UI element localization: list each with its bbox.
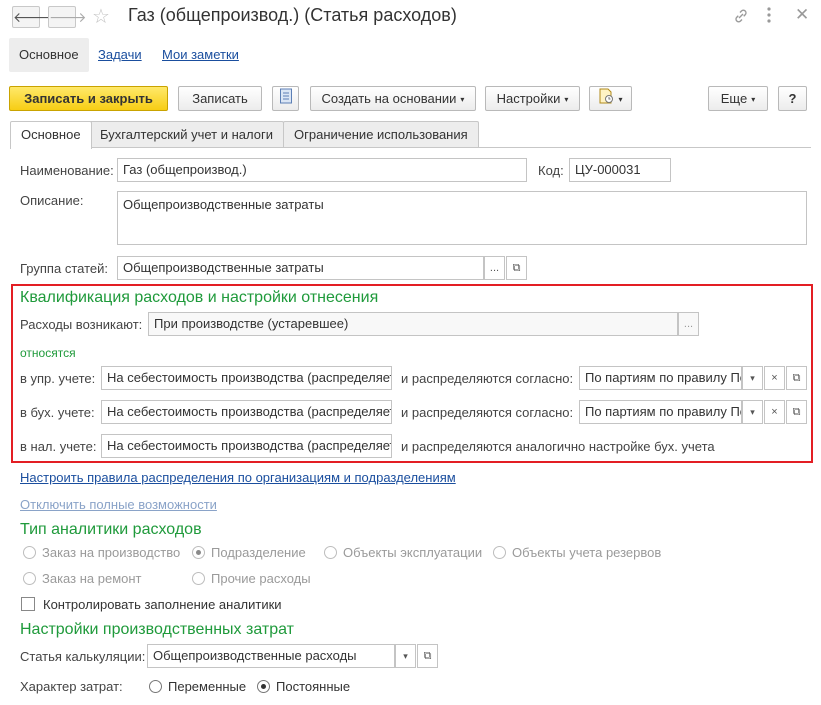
tax-label: в нал. учете: [20,439,97,454]
mgmt-dist-open-button[interactable]: ⧉ [786,366,807,390]
open-icon: ⧉ [423,650,432,662]
subtab-tasks[interactable]: Задачи [88,38,152,72]
acct-dist-dropdown-button[interactable]: ▾ [742,400,763,424]
radio-icon [493,546,506,559]
tab-main[interactable]: Основное [10,121,92,149]
settings-button[interactable]: Настройки ▾ [485,86,580,111]
help-button[interactable]: ? [778,86,807,111]
nature-label: Характер затрат: [20,679,123,694]
subtab-notes[interactable]: Мои заметки [152,38,249,72]
group-open-button[interactable]: ⧉ [506,256,527,280]
mgmt-dist-label: и распределяются согласно: [401,371,574,386]
disable-full-link[interactable]: Отключить полные возможности [20,497,217,512]
chevron-down-icon: ▾ [618,95,623,105]
arrow-left-icon: 🡐 [13,9,51,25]
document-list-icon [279,88,293,111]
clear-icon: × [771,372,778,384]
kebab-menu-icon[interactable] [766,6,772,28]
relate-label: относятся [20,346,76,360]
mgmt-label: в упр. учете: [20,371,96,386]
control-analytics-label: Контролировать заполнение аналитики [43,597,282,612]
group-input[interactable]: Общепроизводственные затраты [117,256,484,280]
description-textarea[interactable]: Общепроизводственные затраты [117,191,807,245]
qualification-heading: Квалификация расходов и настройки отнесе… [20,289,379,306]
acct-input[interactable]: На себестоимость производства (распредел… [101,400,392,424]
create-based-on-button[interactable]: Создать на основании ▾ [310,86,476,111]
code-input[interactable]: ЦУ-000031 [569,158,671,182]
back-button[interactable]: 🡐 [12,6,51,28]
window-title: Газ (общепроизвод.) (Статья расходов) [128,5,457,25]
calc-label: Статья калькуляции: [20,649,146,664]
link-icon[interactable] [733,8,749,28]
arrow-right-icon: 🡒 [49,9,87,25]
calc-input[interactable]: Общепроизводственные расходы [147,644,395,668]
radio-icon [324,546,337,559]
analytics-option-operation-objects[interactable]: Объекты эксплуатации [324,545,482,560]
acct-dist-open-button[interactable]: ⧉ [786,400,807,424]
nature-option-variable[interactable]: Переменные [149,679,246,694]
chevron-down-icon: ▾ [564,95,569,105]
more-button[interactable]: Еще ▾ [708,86,768,111]
configure-rules-link[interactable]: Настроить правила распределения по орган… [20,470,456,485]
control-analytics-checkbox[interactable] [21,597,35,611]
radio-icon [23,572,36,585]
radio-icon [149,680,162,693]
analytics-heading: Тип аналитики расходов [20,521,202,538]
save-button[interactable]: Записать [178,86,262,111]
radio-icon [23,546,36,559]
acct-dist-clear-button[interactable]: × [764,400,785,424]
chevron-down-icon: ▾ [750,407,755,417]
subtab-main[interactable]: Основное [9,38,89,72]
acct-dist-label: и распределяются согласно: [401,405,574,420]
code-label: Код: [538,163,564,178]
calc-dropdown-button[interactable]: ▾ [395,644,416,668]
chevron-down-icon: ▾ [403,651,408,661]
chevron-down-icon: ▾ [750,373,755,383]
tab-accounting[interactable]: Бухгалтерский учет и налоги [89,121,284,148]
analytics-option-department[interactable]: Подразделение [192,545,306,560]
open-icon: ⧉ [792,372,801,384]
clear-icon: × [771,406,778,418]
radio-selected-icon [192,546,205,559]
acct-dist-input[interactable]: По партиям по правилу По распределению [579,400,742,424]
mgmt-dist-clear-button[interactable]: × [764,366,785,390]
chevron-down-icon: ▾ [751,95,756,105]
nature-option-constant[interactable]: Постоянные [257,679,350,694]
chevron-down-icon: ▾ [460,95,465,105]
analytics-option-other-expenses[interactable]: Прочие расходы [192,571,311,586]
report-button[interactable] [272,86,299,111]
print-document-icon [598,88,614,111]
mgmt-input[interactable]: На себестоимость производства (распредел… [101,366,392,390]
save-and-close-button[interactable]: Записать и закрыть [9,86,168,111]
name-label: Наименование: [20,163,114,178]
production-heading: Настройки производственных затрат [20,621,294,638]
tax-dist-text: и распределяются аналогично настройке бу… [401,439,715,454]
tab-divider [10,147,811,148]
mgmt-dist-dropdown-button[interactable]: ▾ [742,366,763,390]
mgmt-dist-input[interactable]: По партиям по правилу По распределению [579,366,742,390]
name-input[interactable]: Газ (общепроизвод.) [117,158,527,182]
acct-label: в бух. учете: [20,405,95,420]
radio-selected-icon [257,680,270,693]
arise-label: Расходы возникают: [20,317,143,332]
group-label: Группа статей: [20,261,108,276]
forward-button[interactable]: 🡒 [48,6,87,28]
tax-input[interactable]: На себестоимость производства (распредел… [101,434,392,458]
description-label: Описание: [20,193,84,208]
analytics-option-production-order[interactable]: Заказ на производство [23,545,180,560]
calc-open-button[interactable]: ⧉ [417,644,438,668]
tab-restriction[interactable]: Ограничение использования [283,121,479,148]
open-icon: ⧉ [512,262,521,274]
close-window-icon[interactable]: ✕ [795,5,809,25]
analytics-option-repair-order[interactable]: Заказ на ремонт [23,571,142,586]
arise-select-button[interactable]: ... [678,312,699,336]
radio-icon [192,572,205,585]
print-menu-button[interactable]: ▾ [589,86,632,111]
favorite-star-icon[interactable]: ☆ [92,4,110,29]
analytics-option-reserve-objects[interactable]: Объекты учета резервов [493,545,661,560]
arise-input[interactable]: При производстве (устаревшее) [148,312,678,336]
open-icon: ⧉ [792,406,801,418]
group-select-button[interactable]: ... [484,256,505,280]
